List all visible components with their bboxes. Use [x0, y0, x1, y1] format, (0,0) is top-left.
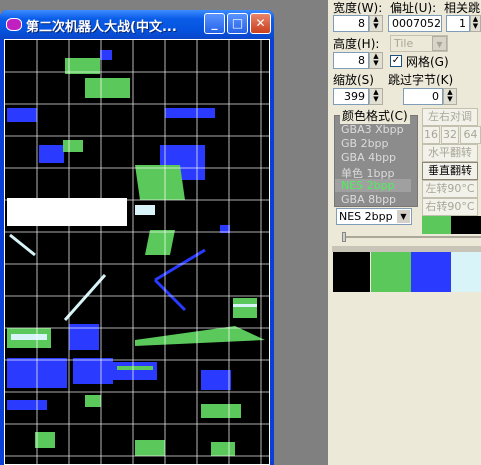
spin-down-icon: ▼	[373, 22, 379, 30]
palette-swatch-black[interactable]	[451, 216, 481, 234]
checkbox-check-icon: ✓	[391, 55, 401, 66]
skip-bytes-label: 跳过字节(K)	[388, 73, 454, 87]
size-64-button[interactable]: 64	[460, 126, 481, 144]
title-bar[interactable]: 第二次机器人大战(中文... _ □ ✕	[0, 10, 274, 39]
slider-thumb[interactable]	[342, 232, 346, 242]
tile-viewer-window: 第二次机器人大战(中文... _ □ ✕	[0, 10, 274, 465]
format-item[interactable]: GBA 4bpp	[341, 151, 396, 164]
hflip-button[interactable]: 水平翻转	[422, 144, 478, 162]
zoom-label: 缩放(S)	[333, 73, 374, 87]
format-dropdown[interactable]: NES 2bpp ▼	[336, 208, 412, 225]
offset-label: 偏址(U):	[390, 1, 437, 15]
related-spinner[interactable]: ▲ ▼	[470, 15, 481, 32]
height-input[interactable]: 8	[333, 52, 369, 69]
height-spinner[interactable]: ▲ ▼	[369, 52, 383, 69]
maximize-button[interactable]: □	[227, 13, 248, 34]
window-title: 第二次机器人大战(中文...	[26, 20, 177, 35]
lr-align-button[interactable]: 左右对调	[422, 108, 478, 126]
palette-color-3[interactable]	[451, 252, 481, 292]
dropdown-arrow-icon: ▼	[397, 210, 410, 223]
skip-bytes-spinner[interactable]: ▲ ▼	[443, 88, 457, 105]
zoom-input[interactable]: 399	[333, 88, 369, 105]
rotate-right-button[interactable]: 右转90°C	[422, 198, 478, 216]
offset-input[interactable]: 00070520	[388, 15, 442, 32]
spin-down-icon: ▼	[373, 95, 379, 103]
maximize-icon: □	[231, 16, 244, 30]
palette-color-0[interactable]	[333, 252, 370, 292]
related-input[interactable]: 1	[446, 15, 470, 32]
slider-track[interactable]	[342, 236, 481, 238]
spin-down-icon: ▼	[472, 22, 479, 30]
format-item[interactable]: GBA3 Xbpp	[341, 123, 404, 136]
color-format-label: 颜色格式(C)	[340, 107, 410, 124]
vflip-button[interactable]: 垂直翻转	[422, 162, 478, 180]
grid-label: 网格(G)	[406, 55, 449, 69]
rotate-left-button[interactable]: 左转90°C	[422, 180, 478, 198]
grid-checkbox[interactable]: ✓	[390, 55, 402, 67]
minimize-button[interactable]: _	[204, 13, 225, 34]
close-button[interactable]: ✕	[250, 13, 271, 34]
format-item[interactable]: GB 2bpp	[341, 137, 389, 150]
settings-panel: 宽度(W): 偏址(U): 相关跳 8 ▲▼ 00070520 1 ▲▼ 高度(…	[328, 0, 481, 465]
tile-canvas[interactable]	[4, 39, 270, 465]
palette-swatch-green[interactable]	[422, 216, 451, 234]
color-format-list[interactable]: GBA3 Xbpp GB 2bpp GBA 4bpp 单色 1bpp NES 2…	[334, 115, 418, 207]
width-spinner[interactable]: ▲ ▼	[369, 15, 383, 32]
size-32-button[interactable]: 32	[441, 126, 459, 144]
tile-graphics	[5, 40, 269, 464]
format-dropdown-value: NES 2bpp	[339, 210, 393, 223]
width-input[interactable]: 8	[333, 15, 369, 32]
format-item[interactable]: GBA 8bpp	[341, 193, 396, 206]
width-label: 宽度(W):	[333, 1, 383, 15]
tile-select-arrow[interactable]: ▼	[432, 36, 447, 51]
spin-down-icon: ▼	[373, 59, 379, 67]
size-16-button[interactable]: 16	[422, 126, 440, 144]
palette-color-1[interactable]	[371, 252, 411, 292]
height-label: 高度(H):	[333, 37, 380, 51]
zoom-spinner[interactable]: ▲ ▼	[369, 88, 383, 105]
spin-down-icon: ▼	[447, 95, 453, 103]
app-icon	[6, 18, 22, 31]
minimize-icon: _	[211, 16, 218, 30]
related-label: 相关跳	[444, 1, 481, 15]
format-item-selected[interactable]: NES 2bpp	[335, 179, 411, 192]
skip-bytes-input[interactable]: 0	[403, 88, 443, 105]
close-icon: ✕	[255, 16, 266, 30]
palette-color-2[interactable]	[411, 252, 451, 292]
